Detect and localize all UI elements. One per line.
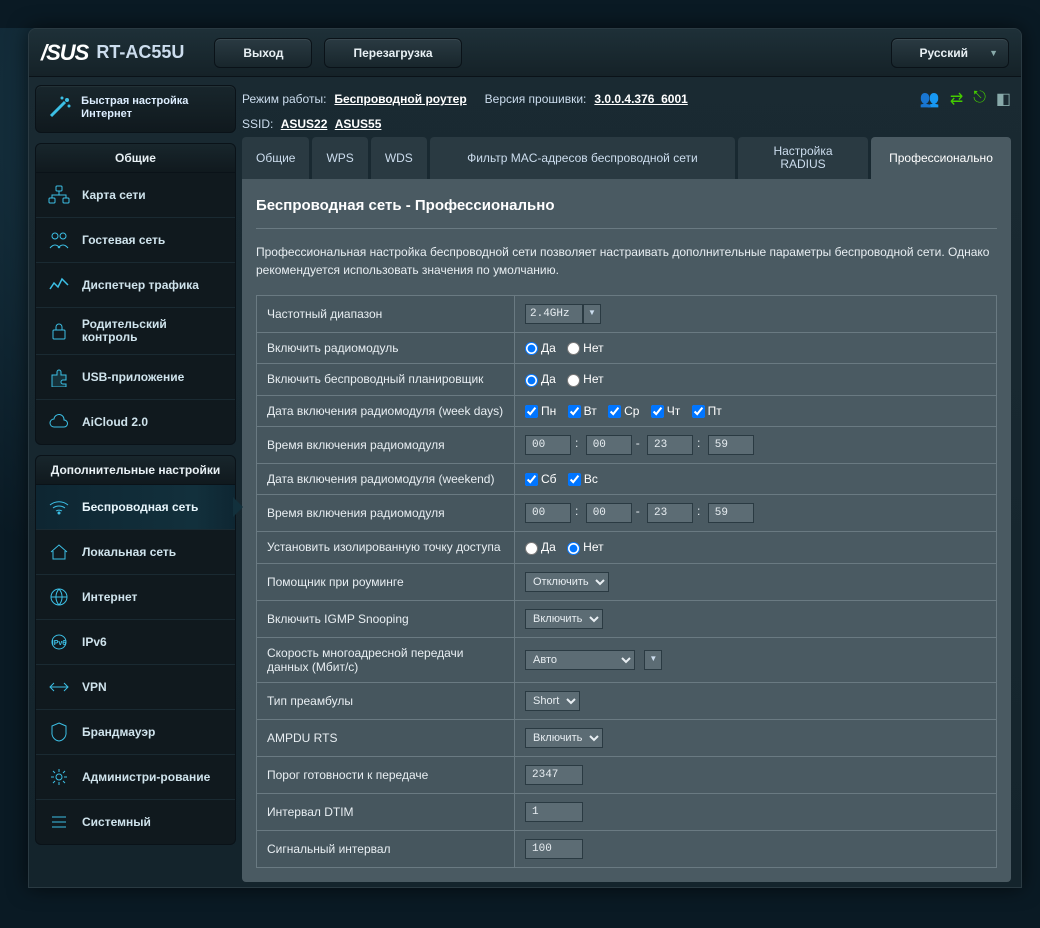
settings-panel: Беспроводная сеть - Профессионально Проф… [242, 179, 1011, 882]
tab-wds[interactable]: WDS [371, 137, 427, 179]
globe-icon [46, 585, 72, 609]
settings-table: Частотный диапазон 2.4GHz Включить радио… [256, 295, 997, 868]
sidebar-item-system[interactable]: Системный [36, 799, 235, 844]
chk-thu[interactable] [651, 405, 664, 418]
general-nav: Карта сети Гостевая сеть Диспетчер трафи… [35, 173, 236, 445]
sidebar-item-lan[interactable]: Локальная сеть [36, 529, 235, 574]
shield-icon [46, 720, 72, 744]
sidebar-item-admin[interactable]: Администри-рование [36, 754, 235, 799]
sidebar-item-ipv6[interactable]: IPv6IPv6 [36, 619, 235, 664]
top-bar: /SUSRT-AC55U Выход Перезагрузка Русский [29, 29, 1021, 77]
apiso-yes[interactable] [525, 542, 538, 555]
ssid1-link[interactable]: ASUS22 [281, 117, 328, 131]
wd-m1[interactable] [586, 435, 632, 455]
sidebar-item-usb[interactable]: USB-приложение [36, 354, 235, 399]
we-h2[interactable] [647, 503, 693, 523]
tabs: Общие WPS WDS Фильтр MAC-адресов беспров… [242, 137, 1011, 179]
network-map-icon [46, 183, 72, 207]
roam-select[interactable]: Отключить [525, 572, 609, 592]
traffic-icon [46, 273, 72, 297]
radio-yes[interactable] [525, 342, 538, 355]
sidebar-item-vpn[interactable]: VPN [36, 664, 235, 709]
we-m2[interactable] [708, 503, 754, 523]
radio-no[interactable] [567, 342, 580, 355]
band-select[interactable]: 2.4GHz [525, 304, 583, 324]
sidebar-item-network-map[interactable]: Карта сети [36, 173, 235, 217]
chk-wed[interactable] [608, 405, 621, 418]
apiso-no[interactable] [567, 542, 580, 555]
cloud-icon [46, 410, 72, 434]
sidebar-item-traffic[interactable]: Диспетчер трафика [36, 262, 235, 307]
band-select-btn[interactable] [583, 304, 601, 324]
sidebar-item-firewall[interactable]: Брандмауэр [36, 709, 235, 754]
tab-wps[interactable]: WPS [312, 137, 367, 179]
panel-description: Профессиональная настройка беспроводной … [256, 229, 997, 295]
dtim-input[interactable] [525, 802, 583, 822]
usb-status-icon[interactable]: ⎋ [973, 89, 986, 109]
wd-h1[interactable] [525, 435, 571, 455]
sched-no[interactable] [567, 374, 580, 387]
sidebar-item-guest-network[interactable]: Гостевая сеть [36, 217, 235, 262]
mcast-select[interactable]: Авто [525, 650, 635, 670]
chk-mon[interactable] [525, 405, 538, 418]
gear-icon [46, 765, 72, 789]
list-icon [46, 810, 72, 834]
sidebar-item-wireless[interactable]: Беспроводная сеть [36, 485, 235, 529]
mode-link[interactable]: Беспроводной роутер [334, 92, 466, 106]
wifi-icon [46, 495, 72, 519]
ipv6-icon: IPv6 [46, 630, 72, 654]
wd-m2[interactable] [708, 435, 754, 455]
ssid2-link[interactable]: ASUS55 [335, 117, 382, 131]
tab-professional[interactable]: Профессионально [871, 137, 1011, 179]
chk-fri[interactable] [692, 405, 705, 418]
ampdu-select[interactable]: Включить [525, 728, 603, 748]
signal-icon[interactable]: ◧ [996, 89, 1011, 109]
puzzle-icon [46, 365, 72, 389]
firmware-link[interactable]: 3.0.0.4.376_6001 [594, 92, 687, 106]
tab-radius[interactable]: Настройка RADIUS [738, 137, 868, 179]
panel-title: Беспроводная сеть - Профессионально [256, 193, 997, 229]
we-m1[interactable] [586, 503, 632, 523]
advanced-section-head: Дополнительные настройки [35, 455, 236, 485]
quick-setup-button[interactable]: Быстрая настройка Интернет [35, 85, 236, 133]
chk-sat[interactable] [525, 473, 538, 486]
users-icon[interactable]: 👥 [920, 89, 940, 109]
chk-sun[interactable] [568, 473, 581, 486]
we-h1[interactable] [525, 503, 571, 523]
sidebar-item-wan[interactable]: Интернет [36, 574, 235, 619]
sidebar-item-parental[interactable]: Родительский контроль [36, 307, 235, 354]
lock-icon [46, 319, 72, 343]
language-select[interactable]: Русский [891, 38, 1010, 68]
tab-mac-filter[interactable]: Фильтр MAC-адресов беспроводной сети [430, 137, 735, 179]
rts-input[interactable] [525, 765, 583, 785]
tab-general[interactable]: Общие [242, 137, 309, 179]
logo: /SUSRT-AC55U [41, 40, 184, 66]
beacon-input[interactable] [525, 839, 583, 859]
general-section-head: Общие [35, 143, 236, 173]
svg-text:IPv6: IPv6 [52, 640, 67, 647]
meta-bar: Режим работы: Беспроводной роутер Версия… [242, 85, 1011, 117]
advanced-nav: Беспроводная сеть Локальная сеть Интерне… [35, 485, 236, 845]
reboot-button[interactable]: Перезагрузка [324, 38, 461, 68]
home-icon [46, 540, 72, 564]
chk-tue[interactable] [568, 405, 581, 418]
ssid-line: SSID: ASUS22 ASUS55 [242, 117, 1011, 137]
mcast-extra-btn[interactable] [644, 650, 662, 670]
logout-button[interactable]: Выход [214, 38, 312, 68]
quick-setup-label: Быстрая настройка Интернет [81, 95, 227, 121]
wand-icon [46, 94, 73, 122]
network-status-icon[interactable]: ⇄ [950, 89, 963, 109]
guest-icon [46, 228, 72, 252]
sched-yes[interactable] [525, 374, 538, 387]
igmp-select[interactable]: Включить [525, 609, 603, 629]
sidebar-item-aicloud[interactable]: AiCloud 2.0 [36, 399, 235, 444]
wd-h2[interactable] [647, 435, 693, 455]
vpn-icon [46, 675, 72, 699]
preamble-select[interactable]: Short [525, 691, 580, 711]
